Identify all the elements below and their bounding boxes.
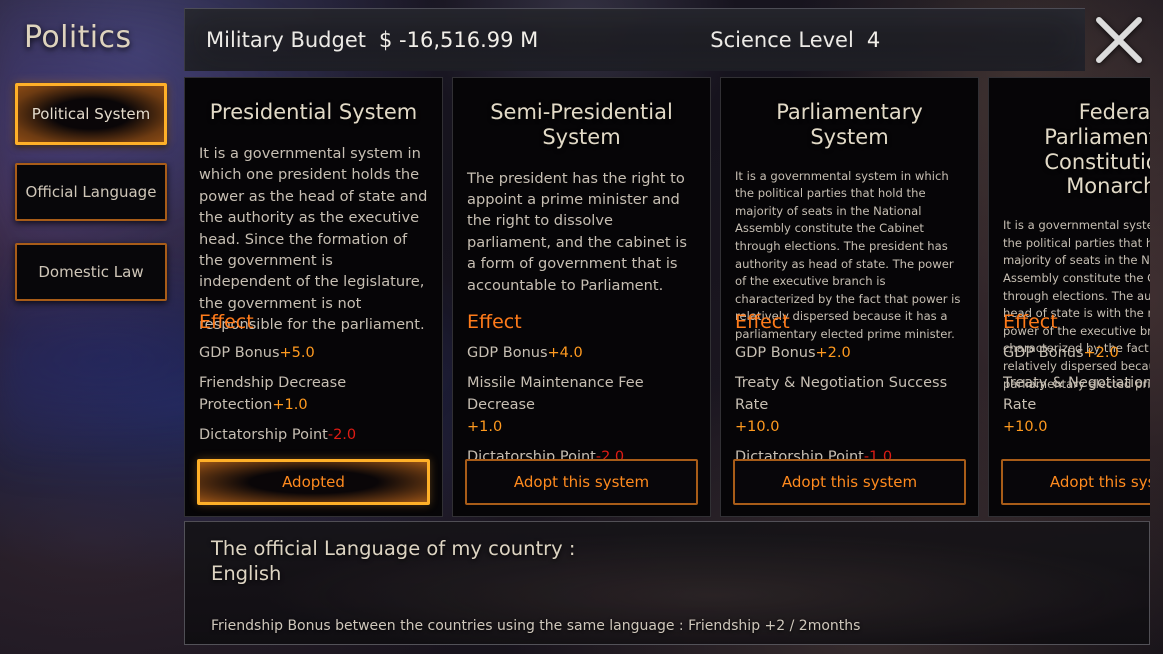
effect-row: GDP Bonus+5.0: [199, 342, 428, 364]
effect-heading: Effect: [1003, 311, 1058, 333]
official-language-title: The official Language of my country : En…: [211, 537, 576, 586]
military-budget-value: $ -16,516.99 M: [379, 28, 539, 52]
adopt-button-label: Adopt this system: [1049, 473, 1150, 491]
science-level-label: Science Level: [710, 28, 854, 52]
sidebar: Politics Political System Official Langu…: [0, 0, 182, 654]
effect-heading: Effect: [199, 311, 254, 333]
effect-value: +5.0: [279, 345, 315, 361]
effect-value: +1.0: [272, 397, 308, 414]
adopt-button-label: Adopt this system: [513, 473, 650, 491]
effect-name: GDP Bonus: [735, 345, 816, 361]
effect-name: Treaty & Negotiation Success Rate: [1003, 375, 1150, 414]
effect-heading: Effect: [735, 311, 790, 333]
effect-name: Treaty & Negotiation Success Rate: [735, 375, 948, 414]
adopt-button-label: Adopted: [282, 473, 345, 491]
system-card-title: Semi-Presidential System: [490, 100, 673, 149]
official-language-panel: The official Language of my country : En…: [184, 521, 1150, 645]
effect-row: Friendship Decrease Protection+1.0: [199, 372, 428, 416]
system-card-description: The president has the right to appoint a…: [467, 169, 687, 294]
science-level-value: 4: [866, 28, 881, 52]
effect-row: GDP Bonus+4.0: [467, 342, 696, 364]
effect-row: Treaty & Negotiation Success Rate +10.0: [1003, 372, 1150, 438]
effect-heading: Effect: [467, 311, 522, 333]
page-title: Politics: [24, 20, 132, 55]
adopt-system-button[interactable]: Adopt this system: [465, 459, 698, 505]
adopted-button[interactable]: Adopted: [197, 459, 430, 505]
effect-name: GDP Bonus: [467, 345, 548, 361]
effect-name: Missile Maintenance Fee Decrease: [467, 375, 644, 414]
system-card-list: Presidential System It is a governmental …: [184, 77, 1150, 517]
effect-row: Missile Maintenance Fee Decrease +1.0: [467, 372, 696, 438]
effect-value: +2.0: [1083, 345, 1119, 361]
effect-name: GDP Bonus: [1003, 345, 1084, 361]
adopt-button-label: Adopt this system: [781, 473, 918, 491]
stats-bar: Military Budget $ -16,516.99 M Science L…: [184, 8, 1085, 71]
sidebar-item-official-language[interactable]: Official Language: [15, 163, 167, 221]
official-language-bonus: Friendship Bonus between the countries u…: [211, 617, 861, 634]
sidebar-item-label: Domestic Law: [38, 262, 144, 281]
effect-row: Treaty & Negotiation Success Rate +10.0: [735, 372, 964, 438]
military-budget-label: Military Budget: [206, 28, 366, 52]
effect-row: GDP Bonus+2.0: [1003, 342, 1150, 364]
system-card: Parliamentary System It is a governmental…: [720, 77, 979, 517]
effect-value: +10.0: [1003, 419, 1048, 436]
system-card: Semi-Presidential System The president ha…: [452, 77, 711, 517]
effect-block: Effect GDP Bonus+5.0 Friendship Decrease P…: [199, 311, 428, 454]
sidebar-item-label: Official Language: [25, 182, 157, 201]
effect-block: Effect GDP Bonus+2.0 Treaty & Negotiation …: [1003, 311, 1150, 446]
sidebar-item-political-system[interactable]: Political System: [15, 83, 167, 145]
effect-value: +2.0: [815, 345, 851, 361]
effect-row: GDP Bonus+2.0: [735, 342, 964, 364]
system-card-title: Federal Parliamentary Constitutional Mon…: [1044, 100, 1150, 199]
system-card-description: It is a governmental system in which one…: [199, 144, 428, 334]
effect-value: -2.0: [327, 427, 357, 444]
system-card-title: Presidential System: [209, 100, 418, 124]
adopt-system-button[interactable]: Adopt this system: [733, 459, 966, 505]
sidebar-item-domestic-law[interactable]: Domestic Law: [15, 243, 167, 301]
political-system-panel: Presidential System It is a governmental …: [184, 77, 1150, 517]
close-button[interactable]: [1087, 8, 1151, 72]
effect-value: +1.0: [467, 419, 503, 436]
effect-name: Dictatorship Point: [199, 427, 328, 444]
system-card-title: Parliamentary System: [776, 100, 923, 149]
effect-block: Effect GDP Bonus+2.0 Treaty & Negotiation …: [735, 311, 964, 476]
system-card: Presidential System It is a governmental …: [184, 77, 443, 517]
military-budget-stat: Military Budget $ -16,516.99 M: [206, 28, 538, 52]
effect-row: Dictatorship Point-2.0: [199, 424, 428, 446]
effect-value: +4.0: [547, 345, 583, 361]
adopt-system-button[interactable]: Adopt this system: [1001, 459, 1150, 505]
effect-name: GDP Bonus: [199, 345, 280, 361]
effect-block: Effect GDP Bonus+4.0 Missile Maintenance F…: [467, 311, 696, 476]
sidebar-item-label: Political System: [31, 104, 151, 123]
effect-value: +10.0: [735, 419, 780, 436]
system-card: Federal Parliamentary Constitutional Mon…: [988, 77, 1150, 517]
science-level-stat: Science Level 4: [710, 28, 880, 52]
close-icon: [1096, 17, 1142, 63]
